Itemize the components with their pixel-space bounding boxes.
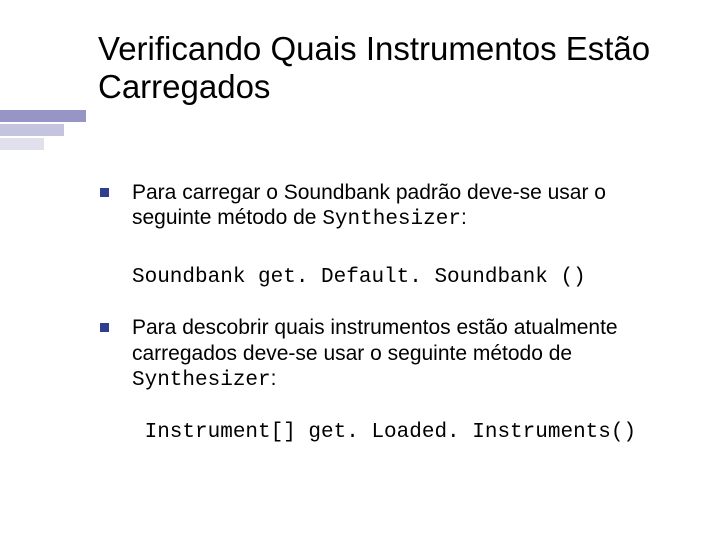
slide-title: Verificando Quais Instrumentos Estão Car…: [98, 30, 678, 106]
code-line-2: Instrument[] get. Loaded. Instruments(): [98, 421, 673, 444]
bullet-1-code: Synthesizer: [322, 208, 461, 231]
slide: Verificando Quais Instrumentos Estão Car…: [0, 0, 720, 540]
stripe-3: [0, 138, 44, 150]
spacer: [98, 289, 673, 315]
slide-body: Para carregar o Soundbank padrão deve-se…: [98, 180, 673, 444]
bullet-1: Para carregar o Soundbank padrão deve-se…: [98, 180, 673, 232]
spacer: [98, 401, 673, 421]
stripe-1: [0, 110, 86, 122]
bullet-2-code: Synthesizer: [132, 369, 271, 392]
spacer: [98, 240, 673, 266]
stripe-2: [0, 124, 64, 136]
bullet-2-after: :: [271, 367, 277, 390]
bullet-1-after: :: [461, 206, 467, 229]
code-line-1: Soundbank get. Default. Soundbank (): [98, 266, 673, 289]
bullet-2: Para descobrir quais instrumentos estão …: [98, 315, 673, 393]
bullet-2-text: Para descobrir quais instrumentos estão …: [132, 316, 618, 364]
decorative-stripes: [0, 110, 86, 152]
